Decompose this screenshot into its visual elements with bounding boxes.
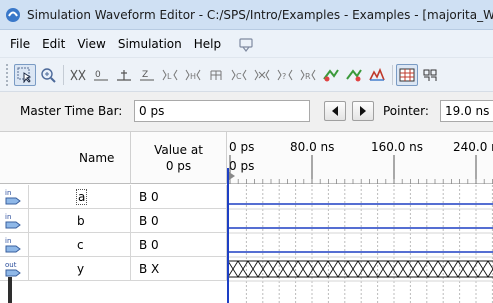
signal-name: b bbox=[77, 214, 85, 228]
grid-view-icon[interactable] bbox=[396, 63, 418, 86]
forcing-weak-low-icon[interactable]: L bbox=[159, 64, 181, 86]
signal-name-cell[interactable]: y bbox=[29, 257, 131, 281]
value-column-label-line2: 0 ps bbox=[165, 159, 192, 173]
input-pin-icon: in bbox=[5, 189, 21, 205]
signal-value-cell: B 0 bbox=[131, 233, 227, 257]
toolbar-separator bbox=[63, 64, 64, 85]
forcing-high-impedance-icon[interactable]: Z bbox=[136, 64, 158, 86]
menu-help[interactable]: Help bbox=[188, 37, 227, 51]
pointer-label: Pointer: bbox=[383, 104, 429, 118]
svg-text:L: L bbox=[167, 72, 172, 81]
arrow-left-icon bbox=[332, 106, 338, 116]
waveform-canvas[interactable] bbox=[227, 132, 493, 303]
menu-simulation[interactable]: Simulation bbox=[112, 37, 188, 51]
random-values-icon[interactable]: R bbox=[297, 64, 319, 86]
type-cell: in bbox=[0, 209, 29, 233]
input-pin-icon: in bbox=[5, 237, 21, 253]
signal-value-cell: B X bbox=[131, 257, 227, 281]
value-column-header[interactable]: Value at 0 ps bbox=[131, 132, 227, 184]
toolbar: 0 Z L H C ? R bbox=[0, 58, 493, 92]
svg-text:in: in bbox=[5, 237, 11, 245]
signal-grid: Name Value at 0 ps in a B 0 in b B 0 in bbox=[0, 132, 493, 303]
zoom-tool-icon[interactable] bbox=[37, 64, 59, 86]
forcing-weak-high-icon[interactable]: H bbox=[182, 64, 204, 86]
signal-value-cell: B 0 bbox=[131, 185, 227, 209]
window-edge bbox=[8, 277, 12, 303]
pointer-field[interactable]: 19.0 ns bbox=[440, 100, 493, 122]
type-cell: in bbox=[0, 233, 29, 257]
run-functional-simulation-icon[interactable] bbox=[320, 64, 342, 86]
toolbar-separator bbox=[392, 64, 393, 85]
selection-tool-icon[interactable] bbox=[14, 63, 36, 86]
name-column-header[interactable]: Name bbox=[0, 132, 131, 184]
arrow-right-icon bbox=[360, 106, 366, 116]
forcing-high-icon[interactable] bbox=[113, 64, 135, 86]
weak-unknown-icon[interactable] bbox=[251, 64, 273, 86]
signal-name: c bbox=[77, 238, 84, 252]
value-column-label-line1: Value at bbox=[154, 143, 203, 157]
signal-name: y bbox=[77, 262, 85, 276]
app-icon bbox=[6, 7, 20, 22]
window-title: Simulation Waveform Editor - C:/SPS/Intr… bbox=[27, 7, 493, 22]
master-time-bar-field[interactable]: 0 ps bbox=[134, 100, 310, 122]
svg-text:0: 0 bbox=[95, 70, 101, 80]
signal-row-b[interactable]: in b B 0 bbox=[0, 209, 227, 233]
count-value-icon[interactable]: C bbox=[228, 64, 250, 86]
signal-row-a[interactable]: in a B 0 bbox=[0, 185, 227, 209]
input-pin-icon: in bbox=[5, 213, 21, 229]
type-cell: out bbox=[0, 257, 29, 281]
invert-icon[interactable] bbox=[205, 64, 227, 86]
snap-icon[interactable] bbox=[419, 64, 441, 86]
signal-row-y[interactable]: out y B X bbox=[0, 257, 227, 281]
svg-text:out: out bbox=[5, 261, 17, 269]
master-time-bar-label: Master Time Bar: bbox=[20, 104, 123, 118]
forcing-low-icon[interactable]: 0 bbox=[90, 64, 112, 86]
dont-care-icon[interactable]: ? bbox=[274, 64, 296, 86]
name-column-label: Name bbox=[79, 151, 115, 165]
signal-name-cell[interactable]: b bbox=[29, 209, 131, 233]
pin-toolbar-icon[interactable] bbox=[237, 36, 255, 52]
title-bar: Simulation Waveform Editor - C:/SPS/Intr… bbox=[0, 0, 493, 30]
svg-text:H: H bbox=[190, 72, 196, 81]
svg-text:Z: Z bbox=[142, 70, 148, 80]
signal-name-cell[interactable]: a bbox=[29, 185, 131, 209]
run-timing-simulation-icon[interactable] bbox=[343, 64, 365, 86]
cursor-marker-icon bbox=[229, 172, 235, 180]
signal-row-c[interactable]: in c B 0 bbox=[0, 233, 227, 257]
menu-bar: File Edit View Simulation Help bbox=[0, 30, 493, 58]
signal-value-cell: B 0 bbox=[131, 209, 227, 233]
svg-text:in: in bbox=[5, 213, 11, 221]
next-transition-button[interactable] bbox=[352, 101, 374, 121]
previous-transition-button[interactable] bbox=[324, 101, 346, 121]
svg-text:C: C bbox=[236, 72, 242, 81]
signal-name: a bbox=[75, 189, 88, 205]
generate-netlist-icon[interactable] bbox=[366, 64, 388, 86]
output-pin-icon: out bbox=[5, 261, 21, 277]
toolbar-grip[interactable] bbox=[6, 63, 10, 86]
svg-text:R: R bbox=[305, 72, 311, 81]
signal-name-cell[interactable]: c bbox=[29, 233, 131, 257]
menu-view[interactable]: View bbox=[71, 37, 111, 51]
menu-edit[interactable]: Edit bbox=[36, 37, 71, 51]
master-time-bar: Master Time Bar: 0 ps Pointer: 19.0 ns bbox=[0, 92, 493, 132]
svg-text:?: ? bbox=[282, 72, 286, 81]
type-cell: in bbox=[0, 185, 29, 209]
menu-file[interactable]: File bbox=[0, 37, 36, 51]
svg-text:in: in bbox=[5, 189, 11, 197]
waveform-panel[interactable]: 0 ps 80.0 ns 160.0 ns 240.0 ns 0 ps bbox=[227, 132, 493, 303]
forcing-unknown-icon[interactable] bbox=[67, 64, 89, 86]
